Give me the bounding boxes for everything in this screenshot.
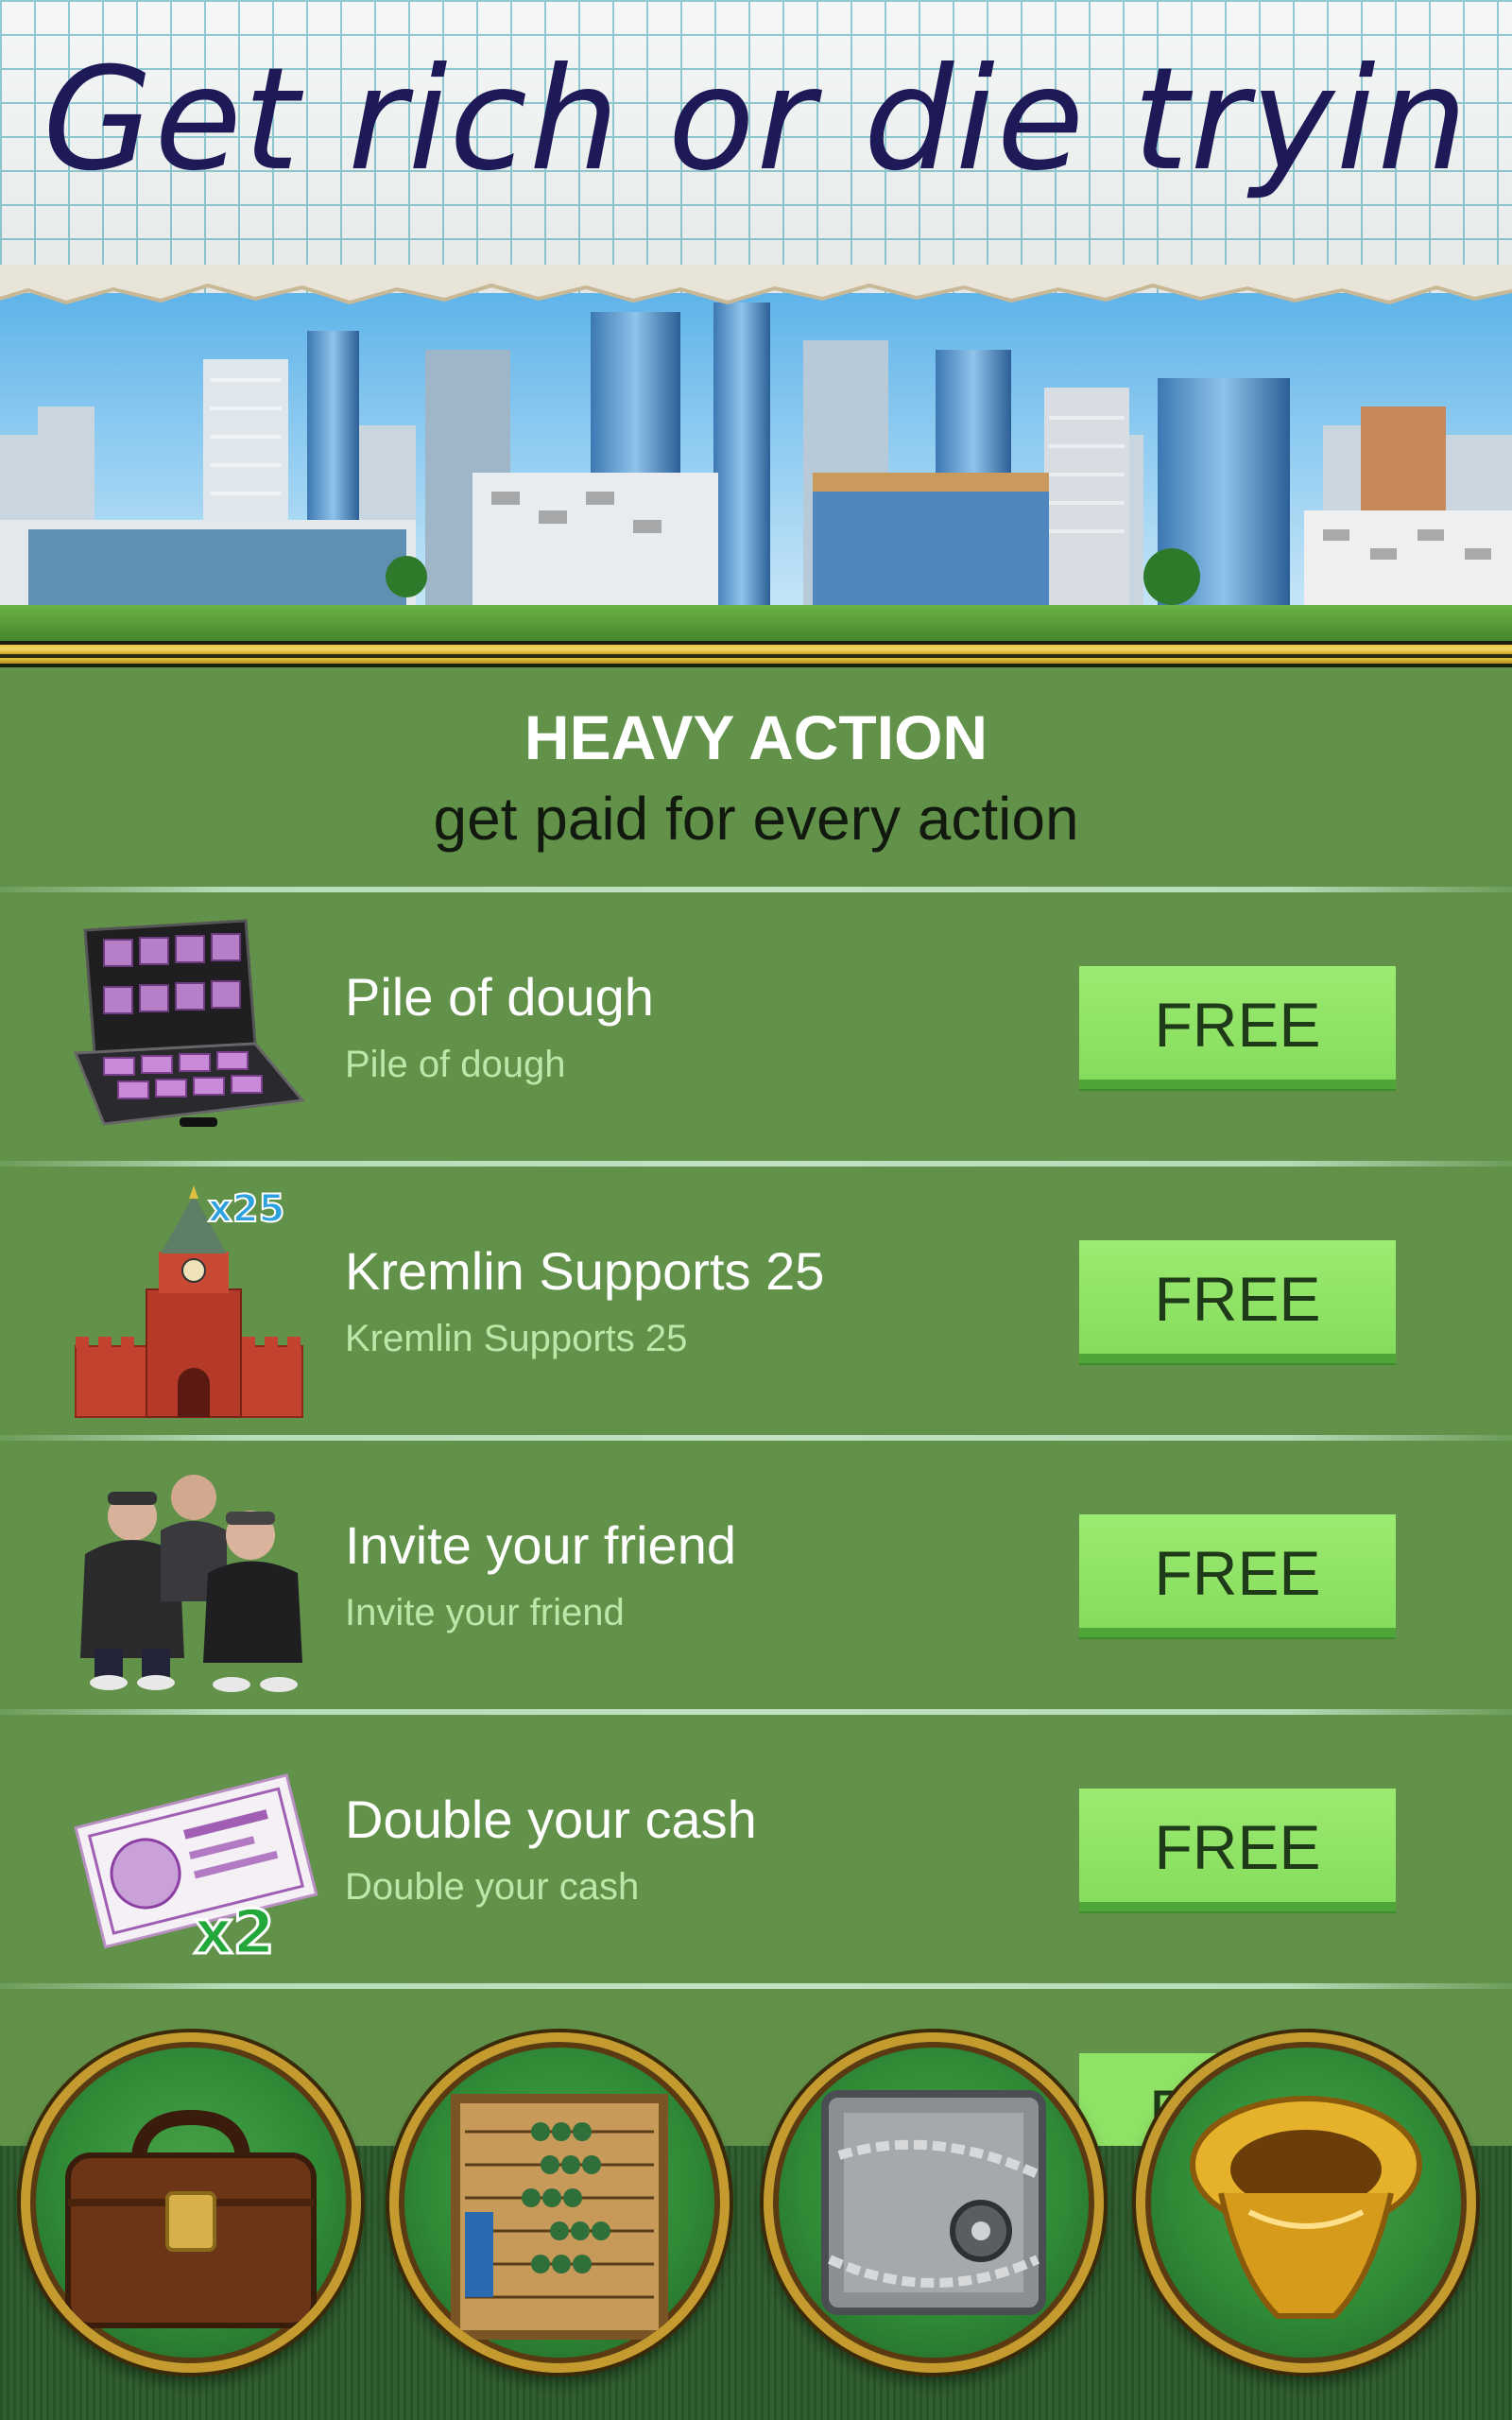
offer-row-invite-your-friend[interactable]: Invite your friend Invite your friend FR… [0,1441,1512,1709]
offer-title: Invite your friend [345,1515,736,1575]
free-button[interactable]: FREE [1079,966,1396,1089]
offer-title: Double your cash [345,1789,757,1849]
nav-briefcase-button[interactable] [21,2032,361,2373]
briefcase-of-money-icon [66,911,321,1148]
safe-icon [821,2090,1046,2315]
offer-subtitle: Pile of dough [345,1044,566,1085]
torn-paper-edge [0,265,1512,305]
three-men-icon [66,1460,321,1696]
golden-toilet-icon [1190,2096,1422,2319]
gold-divider [0,641,1512,667]
list-divider [0,1983,1512,1989]
svg-text:x2: x2 [194,1898,275,1968]
section-subtitle: get paid for every action [433,785,1079,853]
section-title: HEAVY ACTION [524,702,988,772]
offer-row-double-your-cash[interactable]: x2 Double your cash Double your cash FRE… [0,1715,1512,1983]
briefcase-icon [65,2109,317,2328]
offer-subtitle: Double your cash [345,1866,640,1908]
offer-row-pile-of-dough[interactable]: Pile of dough Pile of dough FREE [0,892,1512,1161]
city-skyline-image [0,293,1512,662]
offer-subtitle: Kremlin Supports 25 [345,1318,688,1359]
free-button[interactable]: FREE [1079,1514,1396,1637]
offer-title: Pile of dough [345,967,654,1027]
section-heading: HEAVY ACTION get paid for every action [0,700,1512,862]
free-button[interactable]: FREE [1079,1240,1396,1363]
abacus-icon [451,2094,668,2340]
svg-text:x25: x25 [208,1187,284,1231]
nav-safe-button[interactable] [764,2032,1104,2373]
offer-row-kremlin-supports-25[interactable]: x25 Kremlin Supports 25 Kremlin Supports… [0,1167,1512,1435]
offer-title: Kremlin Supports 25 [345,1241,825,1301]
free-button[interactable]: FREE [1079,1789,1396,1911]
nav-golden-toilet-button[interactable] [1136,2032,1476,2373]
offer-list: Pile of dough Pile of dough FREE x25 Kre… [0,887,1512,1989]
app-title: Get rich or die tryin [43,38,1469,202]
banknote-icon: x2 [66,1734,321,1970]
nav-abacus-button[interactable] [389,2032,730,2373]
header-banner: Get rich or die tryin [0,0,1512,662]
offer-subtitle: Invite your friend [345,1592,625,1634]
kremlin-tower-icon: x25 [66,1185,321,1422]
